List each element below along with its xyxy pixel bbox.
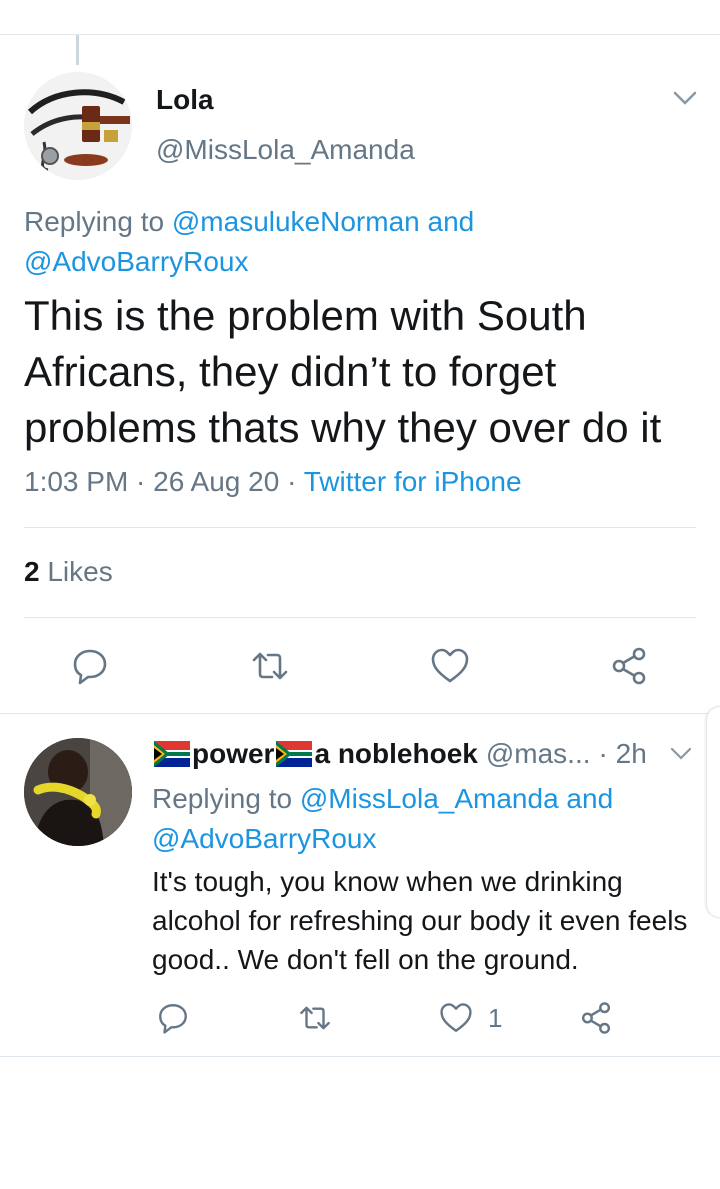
- replying-to: Replying to @masulukeNorman and @AdvoBar…: [24, 202, 704, 282]
- author-name[interactable]: Lola: [156, 84, 214, 116]
- likes-count: 2: [24, 556, 40, 587]
- child-photo: [24, 738, 132, 846]
- chevron-down-icon[interactable]: [670, 86, 700, 110]
- mention-link[interactable]: @masulukeNorman: [172, 206, 420, 237]
- tweet-time: 1:03 PM: [24, 466, 129, 497]
- edge-panel-handle[interactable]: [706, 706, 720, 918]
- south-africa-flag-icon: [154, 741, 190, 767]
- reply-name-part: a noblehoek: [314, 738, 478, 769]
- reply-author-name[interactable]: power a noblehoek: [152, 738, 478, 770]
- replying-and: and: [419, 206, 475, 237]
- tweet-text: This is the problem with South Africans,…: [24, 292, 662, 451]
- author-avatar[interactable]: [24, 72, 132, 180]
- reply-text: It's tough, you know when we drinking al…: [152, 866, 688, 975]
- tweet-source[interactable]: Twitter for iPhone: [304, 466, 522, 497]
- replying-and: and: [558, 783, 614, 814]
- reply-time: · 2h: [598, 738, 647, 769]
- tweet-meta: 1:03 PM · 26 Aug 20 · Twitter for iPhone: [24, 466, 522, 498]
- replying-prefix: Replying to: [152, 783, 300, 814]
- like-icon[interactable]: [424, 640, 476, 692]
- divider: [0, 713, 720, 714]
- mention-link[interactable]: @MissLola_Amanda: [300, 783, 559, 814]
- share-icon[interactable]: [603, 640, 655, 692]
- tweet-date: 26 Aug 20: [153, 466, 280, 497]
- retweet-icon[interactable]: [244, 640, 296, 692]
- reply-icon[interactable]: [64, 640, 116, 692]
- reply-icon[interactable]: [156, 996, 190, 1040]
- south-africa-flag-icon: [276, 741, 313, 767]
- divider: [24, 617, 696, 618]
- likes-label: Likes: [39, 556, 113, 587]
- reply-replying-to: Replying to @MissLola_Amanda and @AdvoBa…: [152, 779, 692, 859]
- likes-summary[interactable]: 2 Likes: [24, 556, 113, 588]
- top-divider: [0, 34, 720, 35]
- chevron-down-icon[interactable]: [668, 744, 694, 764]
- meta-separator: ·: [279, 466, 304, 497]
- reply-header: power a noblehoek @mas... · 2h: [152, 738, 647, 770]
- mention-link[interactable]: @AdvoBarryRoux: [152, 823, 377, 854]
- reply-name-part: power: [192, 738, 275, 769]
- thread-line: [76, 35, 79, 65]
- author-handle[interactable]: @MissLola_Amanda: [156, 134, 415, 166]
- replying-prefix: Replying to: [24, 206, 172, 237]
- reply-author-handle[interactable]: @mas...: [486, 738, 591, 770]
- share-icon[interactable]: [578, 996, 614, 1040]
- like-icon: [440, 1003, 472, 1032]
- mention-link[interactable]: @AdvoBarryRoux: [24, 246, 249, 277]
- like-count: 1: [488, 1002, 503, 1033]
- meta-separator: ·: [128, 466, 154, 497]
- divider: [24, 527, 696, 528]
- like-button[interactable]: 1: [438, 996, 502, 1040]
- reply-author-avatar[interactable]: [24, 738, 132, 846]
- gavel-stethoscope-image: [24, 72, 132, 180]
- divider: [0, 1056, 720, 1057]
- retweet-icon[interactable]: [296, 996, 334, 1040]
